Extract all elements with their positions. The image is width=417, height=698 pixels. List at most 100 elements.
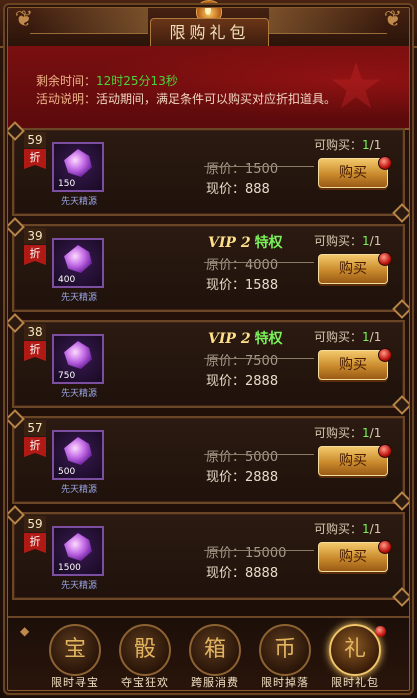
purchase-limit: 可购买：1/1 [314, 136, 381, 153]
purchase-limit-total: /1 [369, 138, 382, 152]
price-strikethrough [204, 550, 314, 551]
item-slot[interactable]: 1500 [52, 526, 104, 576]
item-quantity: 750 [58, 371, 76, 381]
original-price: 原价：5000 [206, 446, 278, 465]
notification-dot-icon [378, 444, 392, 458]
vip-requirement: VIP 2 特权 [208, 328, 283, 348]
purchase-limit-used: 1 [362, 138, 370, 152]
purchase-limit-used: 1 [362, 330, 370, 344]
nav-item[interactable]: 箱 跨服消费 [182, 624, 248, 692]
current-price-value: 888 [245, 182, 270, 197]
item-name: 先天精源 [60, 389, 97, 399]
purchase-limit-total: /1 [369, 522, 382, 536]
item-slot[interactable]: 750 [52, 334, 104, 384]
description-text: 活动期间，满足条件可以购买对应折扣道具。 [96, 92, 337, 106]
price-strikethrough [204, 166, 314, 167]
discount-value: 59 [24, 516, 46, 532]
price-strikethrough [204, 358, 314, 359]
package-card: 38 折 750 先天精源 VIP 2 特权 原价：7500 现价：2888 可购… [12, 320, 405, 408]
crystal-icon [64, 437, 92, 465]
vip-privilege: 特权 [254, 331, 283, 347]
purchase-limit: 可购买：1/1 [314, 232, 381, 249]
price-strikethrough [204, 454, 314, 455]
remaining-time: 剩余时间：12时25分13秒 [36, 72, 178, 89]
remaining-time-label: 剩余时间： [36, 74, 97, 88]
purchase-limit-label: 可购买： [314, 234, 363, 248]
purchase-limit: 可购买：1/1 [314, 424, 381, 441]
discount-value: 57 [24, 420, 46, 436]
title-bar: ❦ ❦ 限购礼包 [0, 0, 417, 48]
item-name: 先天精源 [60, 581, 97, 591]
nav-label: 限时掉落 [261, 676, 309, 689]
original-price: 原价：4000 [206, 254, 278, 273]
gift-icon: 礼 [329, 624, 381, 676]
original-price-label: 原价： [206, 546, 246, 561]
package-list: 59 折 150 先天精源 原价：1500 现价：888 可购买：1/1 购买 … [12, 128, 405, 608]
page-title: 限购礼包 [150, 18, 269, 48]
item-slot[interactable]: 400 [52, 238, 104, 288]
discount-label: 折 [24, 149, 46, 169]
notification-dot-icon [378, 252, 392, 266]
nav-label: 限时礼包 [331, 676, 379, 689]
current-price-label: 现价： [206, 278, 246, 293]
discount-badge: 39 折 [24, 228, 46, 268]
discount-badge: 38 折 [24, 324, 46, 364]
nav-item[interactable]: 礼 限时礼包 [322, 624, 388, 692]
event-banner: ★ 剩余时间：12时25分13秒 活动说明：活动期间，满足条件可以购买对应折扣道… [6, 46, 411, 130]
current-price-label: 现价： [206, 566, 246, 581]
original-price-value: 5000 [245, 450, 279, 465]
current-price: 现价：1588 [206, 274, 278, 293]
current-price-value: 2888 [245, 374, 279, 389]
current-price: 现价：2888 [206, 466, 278, 485]
original-price-label: 原价： [206, 258, 246, 273]
discount-badge: 59 折 [24, 132, 46, 172]
notification-dot-icon [378, 156, 392, 170]
crystal-icon [64, 341, 92, 369]
item-quantity: 1500 [58, 563, 81, 573]
discount-value: 59 [24, 132, 46, 148]
discount-label: 折 [24, 533, 46, 553]
vip-level: VIP 2 [208, 235, 251, 251]
coins-icon: 币 [259, 624, 311, 676]
discount-badge: 57 折 [24, 420, 46, 460]
notification-dot-icon [378, 348, 392, 362]
original-price: 原价：15000 [206, 542, 286, 561]
chest-icon: 箱 [189, 624, 241, 676]
crystal-icon [64, 533, 92, 561]
title-ornament [30, 6, 148, 34]
current-price-value: 1588 [245, 278, 279, 293]
item-slot[interactable]: 500 [52, 430, 104, 480]
discount-label: 折 [24, 437, 46, 457]
dice-icon: 骰 [119, 624, 171, 676]
item-slot[interactable]: 150 [52, 142, 104, 192]
purchase-limit-total: /1 [369, 330, 382, 344]
original-price-label: 原价： [206, 354, 246, 369]
price-strikethrough [204, 262, 314, 263]
nav-item[interactable]: 币 限时掉落 [252, 624, 318, 692]
current-price: 现价：2888 [206, 370, 278, 389]
original-price-value: 7500 [245, 354, 279, 369]
nav-left-arrow-icon[interactable]: ◆ [20, 624, 34, 690]
notification-dot-icon [378, 540, 392, 554]
purchase-limit-label: 可购买： [314, 138, 363, 152]
crystal-icon [64, 245, 92, 273]
discount-value: 38 [24, 324, 46, 340]
package-card: 39 折 400 先天精源 VIP 2 特权 原价：4000 现价：1588 可购… [12, 224, 405, 312]
item-quantity: 150 [58, 179, 76, 189]
notification-dot-icon [375, 626, 386, 637]
discount-label: 折 [24, 245, 46, 265]
purchase-limit-total: /1 [369, 426, 382, 440]
item-name: 先天精源 [60, 293, 97, 303]
nav-label: 跨服消费 [191, 676, 239, 689]
original-price-label: 原价： [206, 450, 246, 465]
original-price: 原价：1500 [206, 158, 278, 177]
original-price-value: 15000 [245, 546, 287, 561]
original-price-label: 原价： [206, 162, 246, 177]
nav-item[interactable]: 宝 限时寻宝 [42, 624, 108, 692]
title-ornament [269, 6, 387, 34]
original-price: 原价：7500 [206, 350, 278, 369]
nav-item[interactable]: 骰 夺宝狂欢 [112, 624, 178, 692]
nav-label: 夺宝狂欢 [121, 676, 169, 689]
nav-label: 限时寻宝 [51, 676, 99, 689]
original-price-value: 1500 [245, 162, 279, 177]
